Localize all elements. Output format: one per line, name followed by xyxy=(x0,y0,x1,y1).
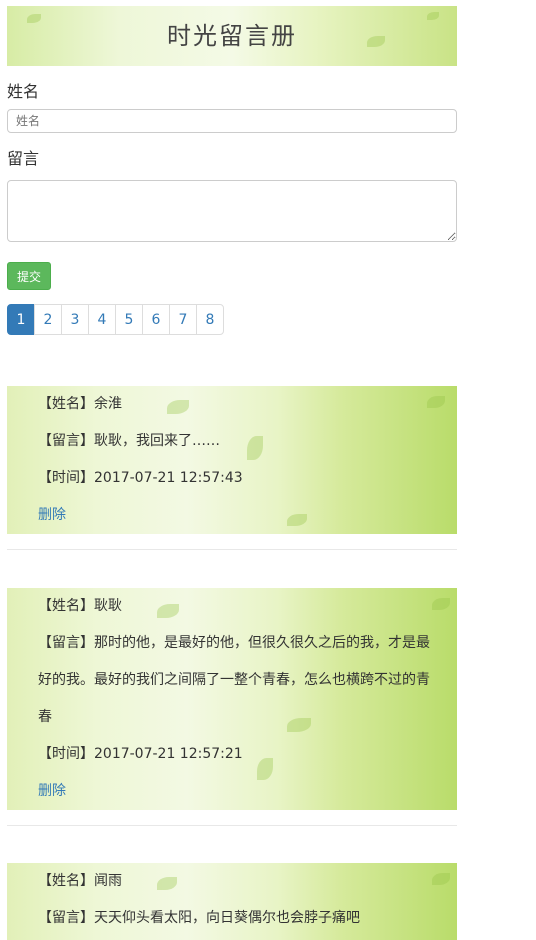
page-link-4[interactable]: 4 xyxy=(88,304,116,335)
entry-message-line: 那时的他，是最好的他，但很久很久之后的我，才是最 xyxy=(94,635,430,651)
entry-message-row: 【留言】耿耿，我回来了…… xyxy=(7,423,457,460)
entry-message-row: 【留言】那时的他，是最好的他，但很久很久之后的我，才是最 xyxy=(7,625,457,662)
message-prefix: 【留言】 xyxy=(38,910,94,926)
message-label: 留言 xyxy=(7,149,40,168)
divider xyxy=(7,549,457,550)
pagination: 1 2 3 4 5 6 7 8 xyxy=(7,304,457,335)
entry-message-row: 【留言】天天仰头看太阳，向日葵偶尔也会脖子痛吧 xyxy=(7,900,457,937)
delete-link[interactable]: 删除 xyxy=(7,497,457,534)
entry-time-row: 【时间】2017-07-21 12:57:21 xyxy=(7,736,457,773)
name-label: 姓名 xyxy=(7,82,40,101)
message-prefix: 【留言】 xyxy=(38,433,94,449)
page-link-5[interactable]: 5 xyxy=(115,304,143,335)
message-card: 【姓名】余淮 【留言】耿耿，我回来了…… 【时间】2017-07-21 12:5… xyxy=(7,386,457,534)
entry-message-line-row: 春 xyxy=(7,699,457,736)
entry-time: 2017-07-21 12:57:21 xyxy=(94,746,243,762)
entry-name: 闻雨 xyxy=(94,873,122,889)
entry-time: 2017-07-21 12:57:43 xyxy=(94,470,243,486)
page-link-7[interactable]: 7 xyxy=(169,304,197,335)
message-textarea[interactable] xyxy=(7,180,457,242)
entry-name: 余淮 xyxy=(94,396,122,412)
entry-message-line: 春 xyxy=(38,709,52,725)
entry-message-line-row: 好的我。最好的我们之间隔了一整个青春，怎么也横跨不过的青 xyxy=(7,662,457,699)
name-prefix: 【姓名】 xyxy=(38,396,94,412)
entry-message: 耿耿，我回来了…… xyxy=(94,433,220,449)
page-link-6[interactable]: 6 xyxy=(142,304,170,335)
page-title: 时光留言册 xyxy=(167,22,297,50)
page-link-8[interactable]: 8 xyxy=(196,304,224,335)
guestbook-form: 时光留言册 姓名 留言 提交 1 2 3 4 5 6 7 8 xyxy=(7,6,457,335)
delete-link[interactable]: 删除 xyxy=(7,773,457,810)
header-banner: 时光留言册 xyxy=(7,6,457,66)
page-link-2[interactable]: 2 xyxy=(34,304,62,335)
entry-name-row: 【姓名】闻雨 xyxy=(7,863,457,900)
submit-button[interactable]: 提交 xyxy=(7,262,51,290)
name-prefix: 【姓名】 xyxy=(38,873,94,889)
message-card: 【姓名】闻雨 【留言】天天仰头看太阳，向日葵偶尔也会脖子痛吧 xyxy=(7,863,457,940)
entry-name-row: 【姓名】耿耿 xyxy=(7,588,457,625)
entry-message-line: 好的我。最好的我们之间隔了一整个青春，怎么也横跨不过的青 xyxy=(38,672,430,688)
entry-name: 耿耿 xyxy=(94,598,122,614)
entry-time-row: 【时间】2017-07-21 12:57:43 xyxy=(7,460,457,497)
entry-message: 天天仰头看太阳，向日葵偶尔也会脖子痛吧 xyxy=(94,910,360,926)
message-prefix: 【留言】 xyxy=(38,635,94,651)
page-link-3[interactable]: 3 xyxy=(61,304,89,335)
time-prefix: 【时间】 xyxy=(38,470,94,486)
divider xyxy=(7,825,457,826)
entry-name-row: 【姓名】余淮 xyxy=(7,386,457,423)
page-link-1[interactable]: 1 xyxy=(7,304,35,335)
time-prefix: 【时间】 xyxy=(38,746,94,762)
name-prefix: 【姓名】 xyxy=(38,598,94,614)
name-input[interactable] xyxy=(7,109,457,133)
message-card: 【姓名】耿耿 【留言】那时的他，是最好的他，但很久很久之后的我，才是最 好的我。… xyxy=(7,588,457,810)
